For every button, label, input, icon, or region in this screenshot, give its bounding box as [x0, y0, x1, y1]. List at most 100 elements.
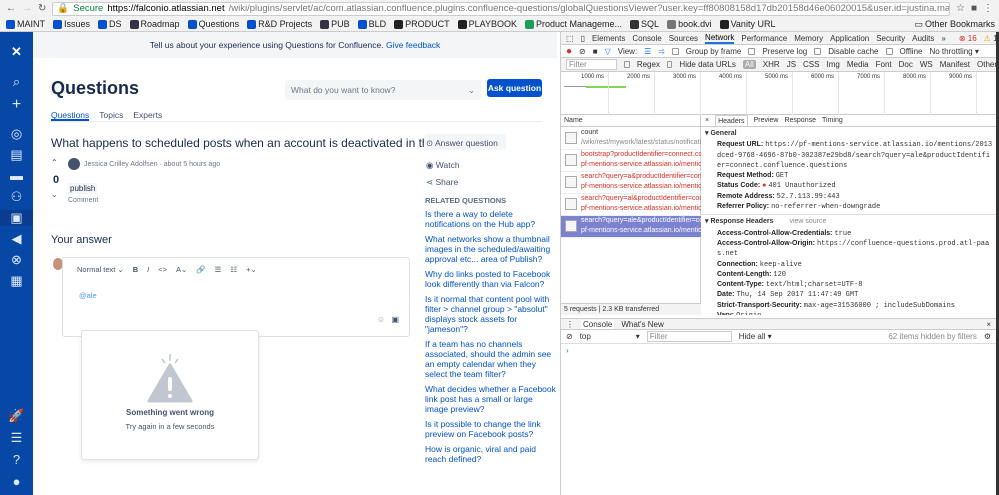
bookmark-item[interactable]: Roadmap	[129, 19, 180, 29]
devtools-tab-network[interactable]: Network	[705, 33, 735, 44]
bookmark-item[interactable]: R&D Projects	[247, 19, 312, 29]
star-icon[interactable]: ☆	[956, 3, 965, 14]
bookmark-item[interactable]: PUB	[320, 19, 350, 29]
text-color-icon[interactable]: A⌄	[176, 265, 187, 274]
search-input[interactable]: What do you want to know? ⌄	[285, 80, 481, 100]
link-icon[interactable]: 🔗	[196, 265, 205, 274]
filter-type-other[interactable]: Other	[977, 60, 997, 69]
close-circle-icon[interactable]: ⊗	[0, 252, 33, 268]
request-row[interactable]: count/wiki/rest/mywork/latest/status/not…	[561, 128, 701, 150]
reload-icon[interactable]: ↻	[38, 3, 46, 14]
related-question-link[interactable]: Is it possible to change the link previe…	[425, 419, 557, 439]
bookmark-item[interactable]: MAINT	[6, 19, 45, 29]
forward-icon[interactable]: →	[22, 3, 32, 14]
filter-all-button[interactable]: All	[742, 60, 756, 69]
clear-console-icon[interactable]: ⊘	[566, 332, 573, 341]
devtools-tab-sources[interactable]: Sources	[669, 34, 698, 43]
context-select[interactable]: top ▾	[580, 332, 640, 341]
bookmark-item[interactable]: Product Manageme...	[525, 19, 622, 29]
calendar-icon[interactable]: ▦	[0, 273, 33, 289]
create-icon[interactable]: +	[0, 96, 33, 114]
watch-button[interactable]: ◉ Watch	[426, 160, 460, 171]
devtools-tab-audits[interactable]: Audits	[912, 34, 934, 43]
related-question-link[interactable]: Is there a way to delete notifications o…	[425, 209, 557, 229]
bookmark-item[interactable]: PLAYBOOK	[457, 19, 517, 29]
view-source-link[interactable]: view source	[789, 218, 826, 225]
answer-editor[interactable]: Normal text ⌄ B I <> A⌄ 🔗 ☰ ☷ +⌄ @ale ☺ ▣	[62, 257, 410, 337]
camera-icon[interactable]: ■	[593, 47, 598, 56]
bookmark-item[interactable]: BLD	[357, 19, 386, 29]
rocket-icon[interactable]: 🚀	[0, 408, 33, 424]
filter-type-ws[interactable]: WS	[920, 60, 933, 69]
bullet-list-icon[interactable]: ☰	[215, 265, 222, 274]
request-row[interactable]: bootstrap?productIdentifier=connect.conf…	[561, 150, 701, 172]
waterfall-view-icon[interactable]: ⥤	[658, 46, 664, 56]
tab-experts[interactable]: Experts	[133, 110, 162, 121]
filter-type-font[interactable]: Font	[876, 60, 892, 69]
more-tabs-icon[interactable]: »	[941, 34, 945, 43]
numbered-list-icon[interactable]: ☷	[230, 265, 237, 274]
mention-icon[interactable]: ☺	[377, 315, 385, 324]
bookmark-item[interactable]: Issues	[53, 19, 90, 29]
bookmark-item[interactable]: book.dvi	[667, 19, 712, 29]
group-by-frame-checkbox[interactable]	[671, 47, 679, 55]
clear-icon[interactable]: ⊘	[579, 47, 586, 56]
devtools-tab-security[interactable]: Security	[876, 34, 905, 43]
bookmark-item[interactable]: PRODUCT	[394, 19, 450, 29]
megaphone-icon[interactable]: ◀	[0, 231, 33, 247]
compass-icon[interactable]: ◎	[0, 126, 33, 142]
preserve-log-checkbox[interactable]	[748, 47, 756, 55]
bookmark-item[interactable]: SQL	[630, 19, 659, 29]
device-icon[interactable]: ▯	[581, 34, 585, 43]
related-question-link[interactable]: Why do links posted to Facebook look dif…	[425, 269, 557, 289]
help-icon[interactable]: ?	[0, 452, 33, 467]
share-button[interactable]: ⋖ Share	[426, 177, 458, 188]
url-input[interactable]: 🔒 Secure https://falconio.atlassian.net/wi…	[52, 1, 950, 16]
devtools-tab-memory[interactable]: Memory	[794, 34, 823, 43]
devtools-tab-console[interactable]: Console	[632, 34, 661, 43]
menu-icon[interactable]: ☰	[0, 430, 33, 446]
confluence-logo-icon[interactable]: ✕	[0, 44, 33, 60]
request-row[interactable]: search?query=ale&productIdentifier=conn.…	[561, 216, 701, 238]
filter-type-xhr[interactable]: XHR	[763, 60, 780, 69]
tab-topics[interactable]: Topics	[99, 110, 123, 121]
menu-icon[interactable]: ⋮	[983, 3, 999, 14]
tab-questions[interactable]: Questions	[51, 110, 90, 121]
filter-type-img[interactable]: Img	[826, 60, 839, 69]
tab-preview[interactable]: Preview	[754, 115, 779, 126]
folder-icon[interactable]: ▬	[0, 168, 33, 183]
image-icon[interactable]: ▣	[391, 315, 399, 324]
console-prompt-icon[interactable]: ›	[566, 346, 569, 355]
filter-type-manifest[interactable]: Manifest	[940, 60, 970, 69]
comment-link[interactable]: Comment	[68, 197, 98, 204]
name-column-header[interactable]: Name	[561, 115, 700, 127]
upvote-icon[interactable]: ⌃	[51, 158, 58, 167]
tab-console[interactable]: Console	[581, 319, 615, 329]
bookmark-item[interactable]: Questions	[187, 19, 239, 29]
questions-icon[interactable]: ▣	[0, 210, 33, 226]
filter-type-doc[interactable]: Doc	[899, 60, 913, 69]
filter-type-media[interactable]: Media	[847, 60, 869, 69]
request-row[interactable]: search?query=al&productIdentifier=conne.…	[561, 194, 701, 216]
other-bookmarks[interactable]: ▭ Other Bookmarks	[914, 19, 999, 30]
extension-icon[interactable]: ■	[971, 3, 977, 14]
people-icon[interactable]: ⚇	[0, 189, 33, 205]
back-icon[interactable]: ←	[6, 3, 16, 14]
regex-checkbox[interactable]	[624, 61, 630, 68]
disable-cache-checkbox[interactable]	[814, 47, 822, 55]
close-details-icon[interactable]: ×	[705, 115, 709, 126]
error-count[interactable]: ⊗ 16	[959, 34, 977, 43]
list-view-icon[interactable]: ☰	[644, 47, 651, 56]
tab-timing[interactable]: Timing	[822, 115, 843, 126]
record-icon[interactable]: ●	[566, 46, 572, 57]
tab-response[interactable]: Response	[784, 115, 816, 126]
author-name[interactable]: Jessica Crilley Adolfsen	[84, 161, 158, 168]
code-icon[interactable]: <>	[158, 265, 167, 274]
drawer-menu-icon[interactable]: ⋮	[566, 320, 574, 329]
request-row[interactable]: search?query=a&productIdentifier=conne..…	[561, 172, 701, 194]
console-filter-input[interactable]: Filter	[646, 331, 732, 342]
downvote-icon[interactable]: ⌄	[51, 190, 58, 199]
filter-type-css[interactable]: CSS	[803, 60, 819, 69]
user-avatar[interactable]: ●	[0, 474, 33, 489]
offline-checkbox[interactable]	[885, 47, 893, 55]
